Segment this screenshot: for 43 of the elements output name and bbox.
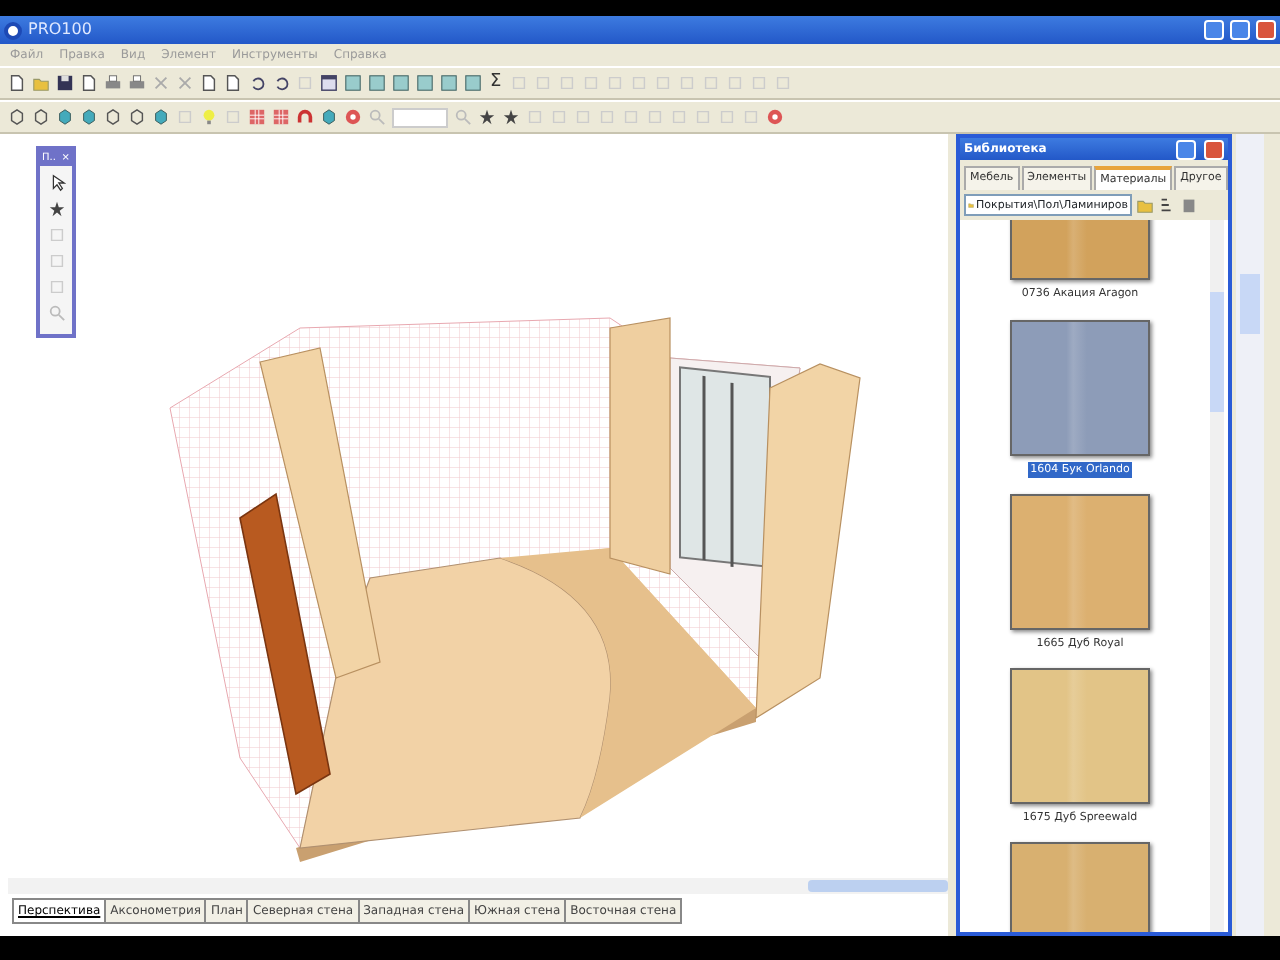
cube-icon[interactable]	[152, 108, 170, 126]
close-button[interactable]	[1256, 20, 1276, 40]
zoom-icon[interactable]	[47, 304, 65, 322]
star-icon[interactable]	[47, 200, 65, 218]
zoom-icon[interactable]	[368, 108, 386, 126]
grid-icon[interactable]	[272, 108, 290, 126]
window-icon[interactable]	[320, 74, 338, 92]
printer-icon[interactable]	[104, 74, 122, 92]
app-logo-icon	[4, 21, 22, 39]
folder-icon[interactable]	[32, 74, 50, 92]
star-icon[interactable]	[478, 108, 496, 126]
scissors-icon[interactable]	[176, 74, 194, 92]
grid-icon[interactable]	[248, 108, 266, 126]
scrollbar-thumb[interactable]	[1210, 292, 1224, 413]
magnet-icon[interactable]	[296, 108, 314, 126]
page-icon[interactable]	[8, 74, 26, 92]
wheel-icon[interactable]	[766, 108, 784, 126]
cube-icon[interactable]	[320, 108, 338, 126]
restore-button[interactable]	[1176, 139, 1196, 159]
zoom-icon[interactable]	[454, 108, 472, 126]
folder-icon	[968, 198, 975, 213]
maximize-button[interactable]	[1230, 20, 1250, 40]
vertical-scrollbar[interactable]	[1236, 134, 1264, 936]
list-scrollbar[interactable]	[1210, 220, 1224, 932]
zoom-field[interactable]	[392, 107, 448, 127]
light-bulb-icon[interactable]	[200, 108, 218, 126]
sum-button[interactable]: Σ	[488, 74, 504, 92]
scrollbar-thumb[interactable]	[808, 880, 948, 892]
wheel-icon[interactable]	[344, 108, 362, 126]
scrollbar-thumb[interactable]	[1240, 274, 1260, 334]
window-title: PRO100	[28, 18, 92, 42]
material-swatch[interactable]	[1010, 319, 1150, 455]
printer-icon[interactable]	[128, 74, 146, 92]
material-swatch[interactable]	[1010, 668, 1150, 804]
page-icon[interactable]	[80, 74, 98, 92]
star-icon[interactable]	[502, 108, 520, 126]
scissors-icon[interactable]	[152, 74, 170, 92]
minimize-button[interactable]	[1204, 20, 1224, 40]
close-button[interactable]	[1204, 139, 1224, 159]
sort-icon[interactable]	[1158, 196, 1176, 215]
material-swatch[interactable]	[1010, 493, 1150, 630]
horizontal-scrollbar[interactable]	[8, 878, 948, 894]
cursor-icon[interactable]	[47, 174, 65, 192]
